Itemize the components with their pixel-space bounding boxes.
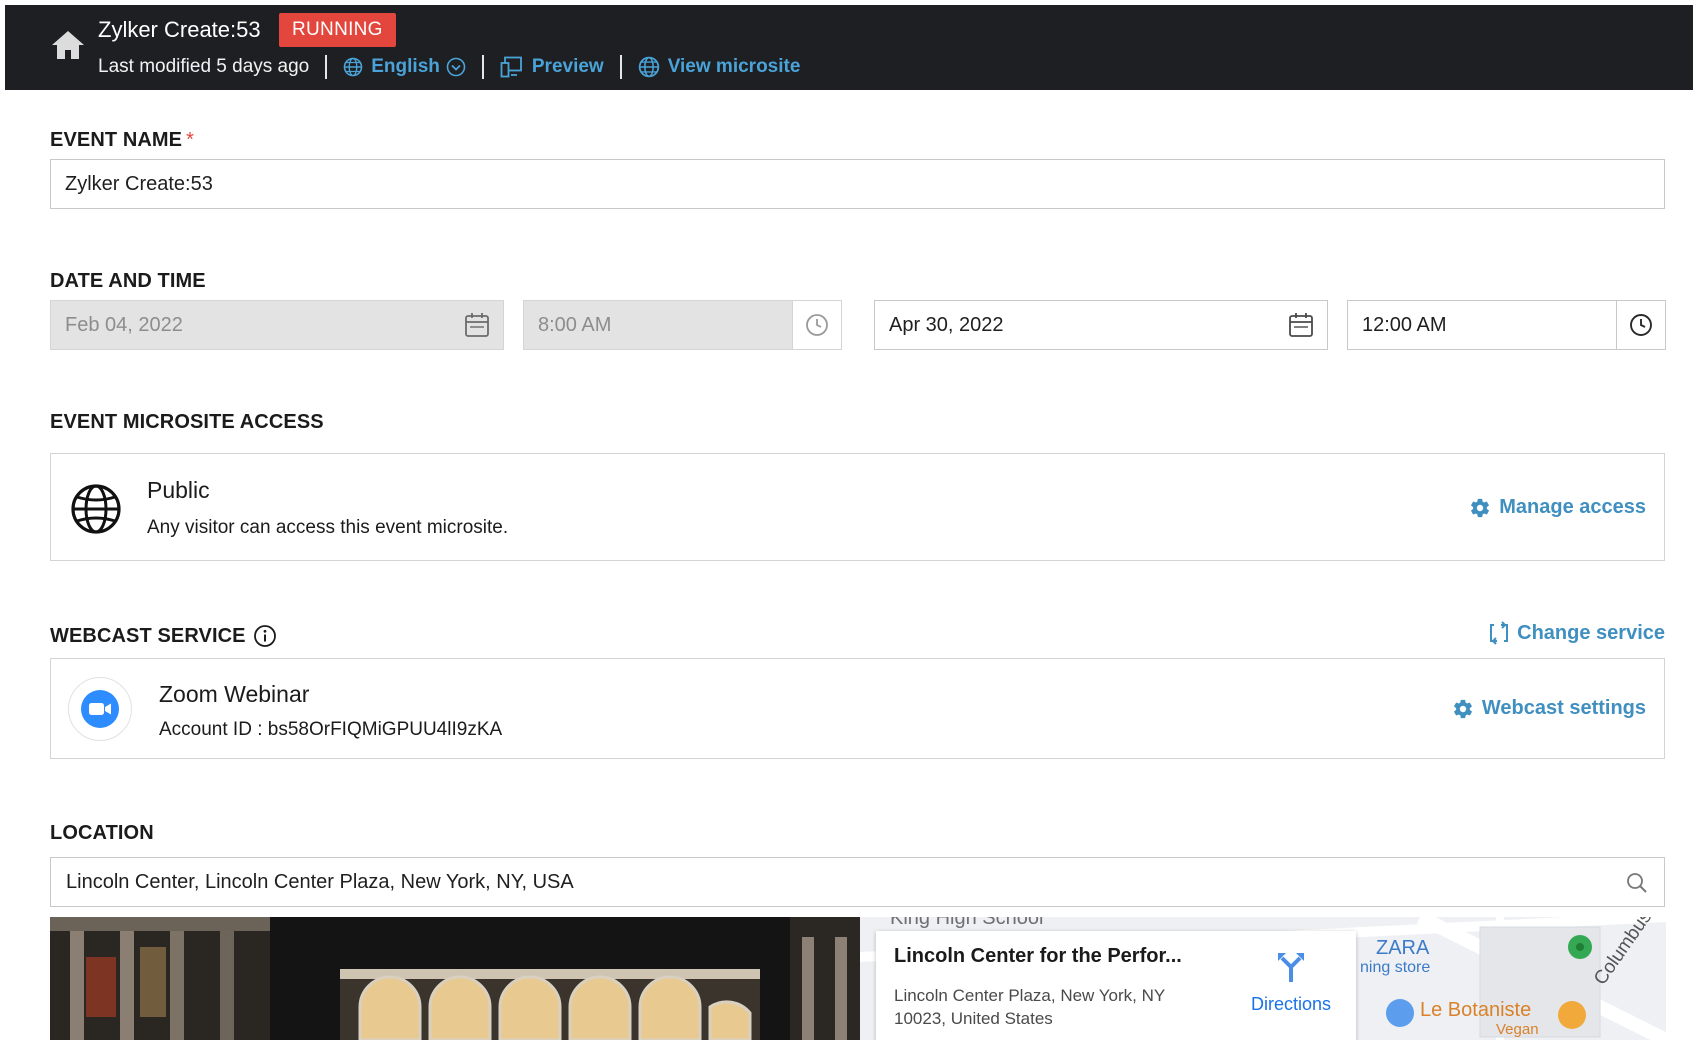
place-name: Lincoln Center for the Perfor... [894, 945, 1182, 967]
change-service-icon [1490, 621, 1509, 645]
gear-icon [1471, 498, 1490, 517]
venue-photo [50, 917, 860, 1040]
view-microsite-link[interactable]: View microsite [638, 56, 801, 78]
date-time-label: DATE AND TIME [50, 270, 206, 292]
calendar-icon[interactable] [1288, 312, 1314, 338]
globe-icon [343, 57, 363, 77]
view-microsite-label: View microsite [667, 56, 801, 77]
preview-label: Preview [531, 56, 604, 77]
home-icon[interactable] [50, 29, 86, 61]
map-label-botaniste: Le Botaniste [1420, 999, 1532, 1021]
microsite-access-label: EVENT MICROSITE ACCESS [50, 411, 324, 433]
directions-label: Directions [1250, 994, 1332, 1014]
zoom-camera-icon [81, 690, 119, 728]
place-address-line1: Lincoln Center Plaza, New York, NY [894, 986, 1166, 1005]
chevron-down-icon [446, 57, 466, 77]
start-date-input: Feb 04, 2022 [50, 300, 504, 350]
search-icon[interactable] [1626, 872, 1648, 894]
access-title: Public [147, 477, 210, 503]
change-service-label: Change service [1517, 621, 1665, 644]
place-address-line2: 10023, United States [894, 1009, 1053, 1028]
webcast-settings-label: Webcast settings [1481, 697, 1646, 719]
webcast-service-card: Zoom Webinar Account ID : bs58OrFIQMiGPU… [50, 658, 1665, 759]
globe-icon [638, 56, 659, 78]
status-badge: RUNNING [279, 13, 396, 47]
webcast-service-name: Zoom Webinar [159, 681, 310, 707]
end-time-clock-button[interactable] [1616, 300, 1666, 350]
microsite-access-card: Public Any visitor can access this event… [50, 453, 1665, 561]
directions-button[interactable]: Directions [1236, 949, 1346, 1015]
webcast-service-label: WEBCAST SERVICE [50, 624, 277, 648]
divider [325, 55, 328, 79]
clock-icon [806, 314, 828, 336]
webcast-service-label-text: WEBCAST SERVICE [50, 624, 246, 647]
clock-icon [1630, 314, 1652, 336]
location-map[interactable]: King High School ZARA ning store Le Bota… [860, 917, 1666, 1040]
event-name-input[interactable]: Zylker Create:53 [50, 159, 1665, 209]
map-label-clothing: ning store [1360, 959, 1431, 976]
info-icon[interactable] [253, 624, 277, 648]
change-service-button[interactable]: Change service [1487, 621, 1665, 645]
end-time-input[interactable]: 12:00 AM [1347, 300, 1617, 350]
place-address: Lincoln Center Plaza, New York, NY 10023… [894, 984, 1214, 1030]
manage-access-label: Manage access [1499, 496, 1646, 518]
preview-link[interactable]: Preview [500, 56, 604, 78]
zoom-logo [68, 677, 132, 741]
end-date-input[interactable]: Apr 30, 2022 [874, 300, 1328, 350]
divider [481, 55, 484, 79]
top-header: Zylker Create:53 RUNNING Last modified 5… [5, 5, 1693, 90]
calendar-icon [465, 313, 489, 337]
gear-icon [1453, 699, 1472, 718]
map-label-school: King High School [890, 917, 1044, 929]
required-marker: * [186, 129, 195, 151]
manage-access-button[interactable]: Manage access [1469, 496, 1646, 519]
webcast-account-id: Account ID : bs58OrFIQMiGPUU4lI9zKA [159, 719, 503, 740]
globe-icon [71, 484, 121, 534]
event-title: Zylker Create:53 [98, 17, 261, 42]
webcast-settings-button[interactable]: Webcast settings [1452, 697, 1646, 720]
location-search-input[interactable]: Lincoln Center, Lincoln Center Plaza, Ne… [50, 857, 1665, 907]
start-time-input: 8:00 AM [523, 300, 793, 350]
place-info-card: Lincoln Center for the Perfor... Lincoln… [876, 931, 1356, 1040]
header-subrow: Last modified 5 days ago English Preview… [98, 52, 800, 82]
map-label-vegan: Vegan [1496, 1021, 1539, 1038]
last-modified-text: Last modified 5 days ago [98, 56, 310, 77]
language-label: English [371, 56, 440, 77]
directions-icon [1278, 953, 1304, 982]
access-description: Any visitor can access this event micros… [147, 517, 509, 538]
location-label: LOCATION [50, 822, 154, 844]
event-name-label-text: EVENT NAME [50, 129, 183, 151]
map-label-zara: ZARA [1376, 937, 1430, 959]
language-selector[interactable]: English [343, 56, 466, 78]
preview-icon [500, 56, 522, 78]
event-name-label: EVENT NAME * [50, 129, 194, 152]
start-time-clock-button [792, 300, 842, 350]
venue-photo-graphic [50, 917, 860, 1040]
divider [619, 55, 622, 79]
